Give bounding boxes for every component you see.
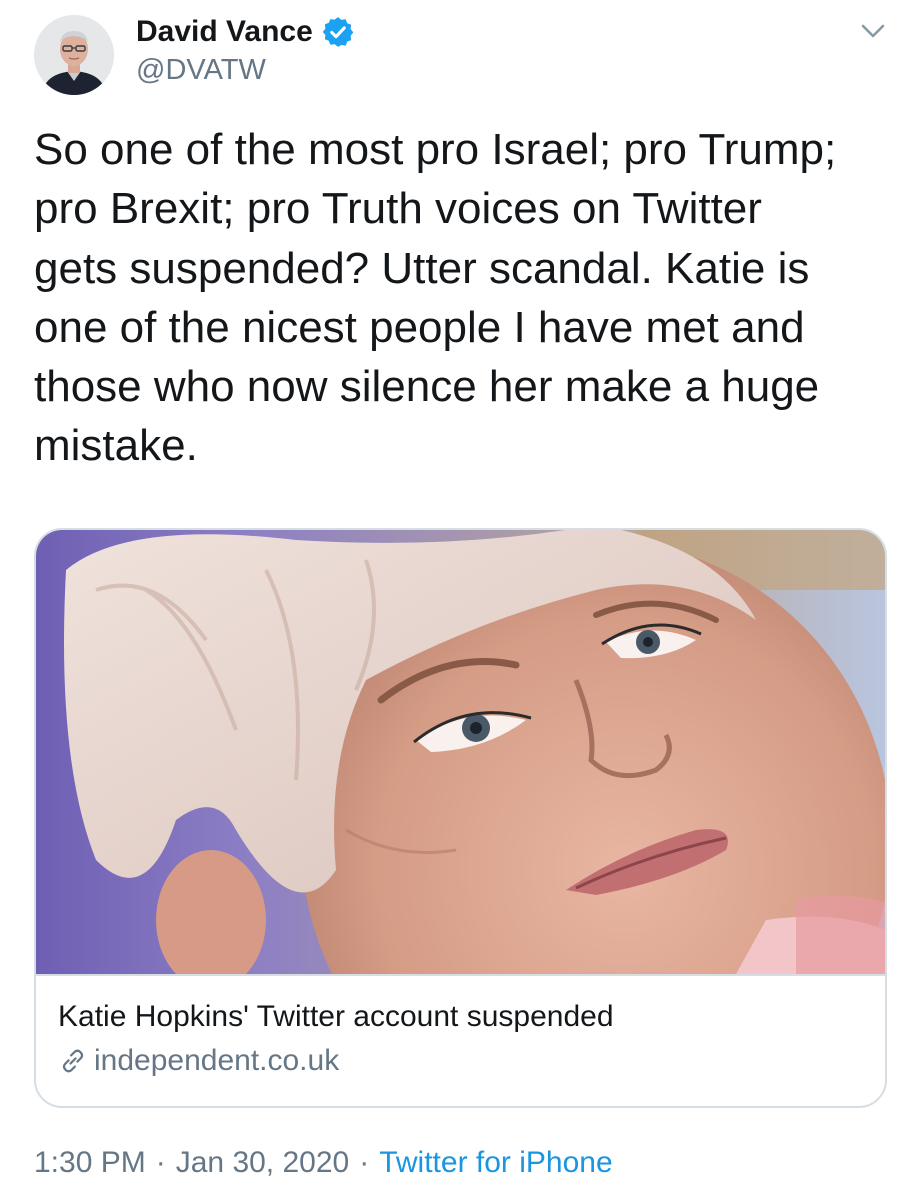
- author-name-row[interactable]: David Vance: [136, 12, 355, 52]
- tweet-text: So one of the most pro Israel; pro Trump…: [34, 125, 837, 471]
- tweet-time[interactable]: 1:30 PM: [34, 1146, 146, 1180]
- meta-separator: ·: [359, 1146, 370, 1179]
- chevron-down-icon: [861, 24, 885, 38]
- card-domain-text: independent.co.uk: [94, 1044, 340, 1077]
- display-name[interactable]: David Vance: [136, 15, 313, 49]
- portrait-photo-icon: [36, 530, 885, 974]
- avatar-photo-icon: [34, 15, 114, 95]
- tweet: David Vance @DVATW So one of the most pr…: [0, 0, 919, 1200]
- tweet-source-link[interactable]: Twitter for iPhone: [379, 1146, 612, 1180]
- tweet-meta: 1:30 PM · Jan 30, 2020 · Twitter for iPh…: [34, 1146, 613, 1180]
- tweet-date[interactable]: Jan 30, 2020: [176, 1146, 349, 1180]
- avatar[interactable]: [34, 15, 114, 95]
- handle[interactable]: @DVATW: [136, 54, 266, 87]
- more-menu-button[interactable]: [856, 18, 890, 46]
- card-domain[interactable]: independent.co.uk: [58, 1044, 339, 1078]
- meta-separator: ·: [155, 1146, 166, 1179]
- link-icon: [62, 1049, 84, 1073]
- verified-badge-icon: [322, 17, 354, 47]
- card-image[interactable]: [36, 530, 885, 974]
- card-divider: [36, 974, 885, 976]
- card-title[interactable]: Katie Hopkins' Twitter account suspended: [58, 1000, 614, 1034]
- link-card[interactable]: Katie Hopkins' Twitter account suspended…: [34, 528, 887, 1108]
